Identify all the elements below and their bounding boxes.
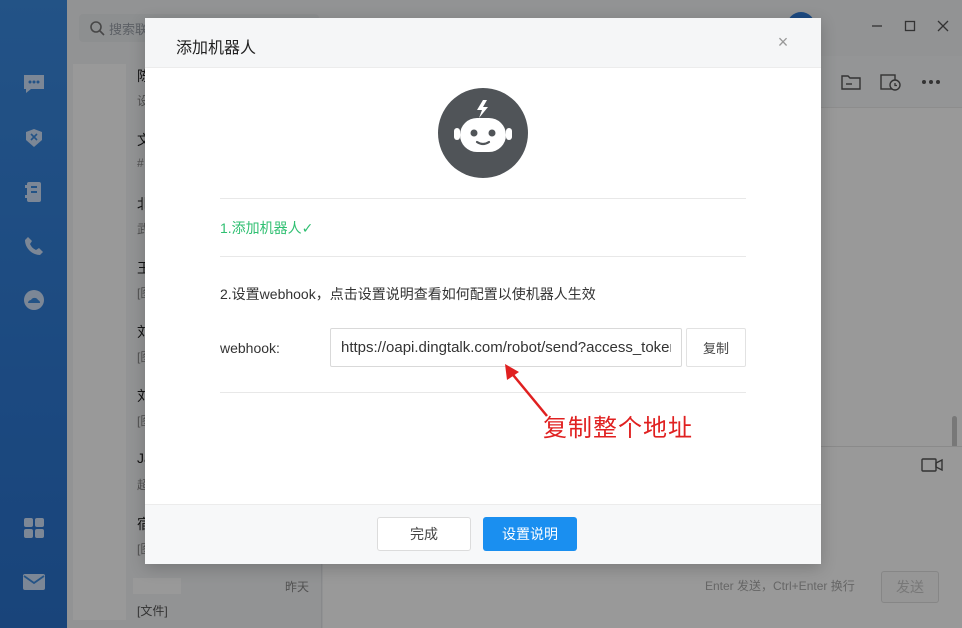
divider [220, 256, 746, 257]
annotation-text: 复制整个地址 [543, 415, 693, 442]
done-button[interactable]: 完成 [377, 517, 471, 551]
copy-button[interactable]: 复制 [686, 328, 746, 367]
webhook-label: webhook: [220, 340, 280, 356]
dialog-title: 添加机器人 [176, 40, 257, 57]
step-2-label: 2.设置webhook，点击设置说明查看如何配置以使机器人生效 [220, 286, 596, 302]
dialog-header: 添加机器人 × [145, 18, 821, 68]
add-robot-dialog: 添加机器人 × 1.添加机器人✓ 2.设置webhook，点击设置说明查看如何配… [145, 18, 821, 564]
step-1-label: 1.添加机器人✓ [220, 220, 314, 236]
close-icon[interactable]: × [773, 32, 793, 52]
divider [220, 392, 746, 393]
divider [220, 198, 746, 199]
setup-guide-button[interactable]: 设置说明 [483, 517, 577, 551]
dialog-footer: 完成 设置说明 [145, 504, 821, 564]
robot-icon [438, 88, 528, 178]
